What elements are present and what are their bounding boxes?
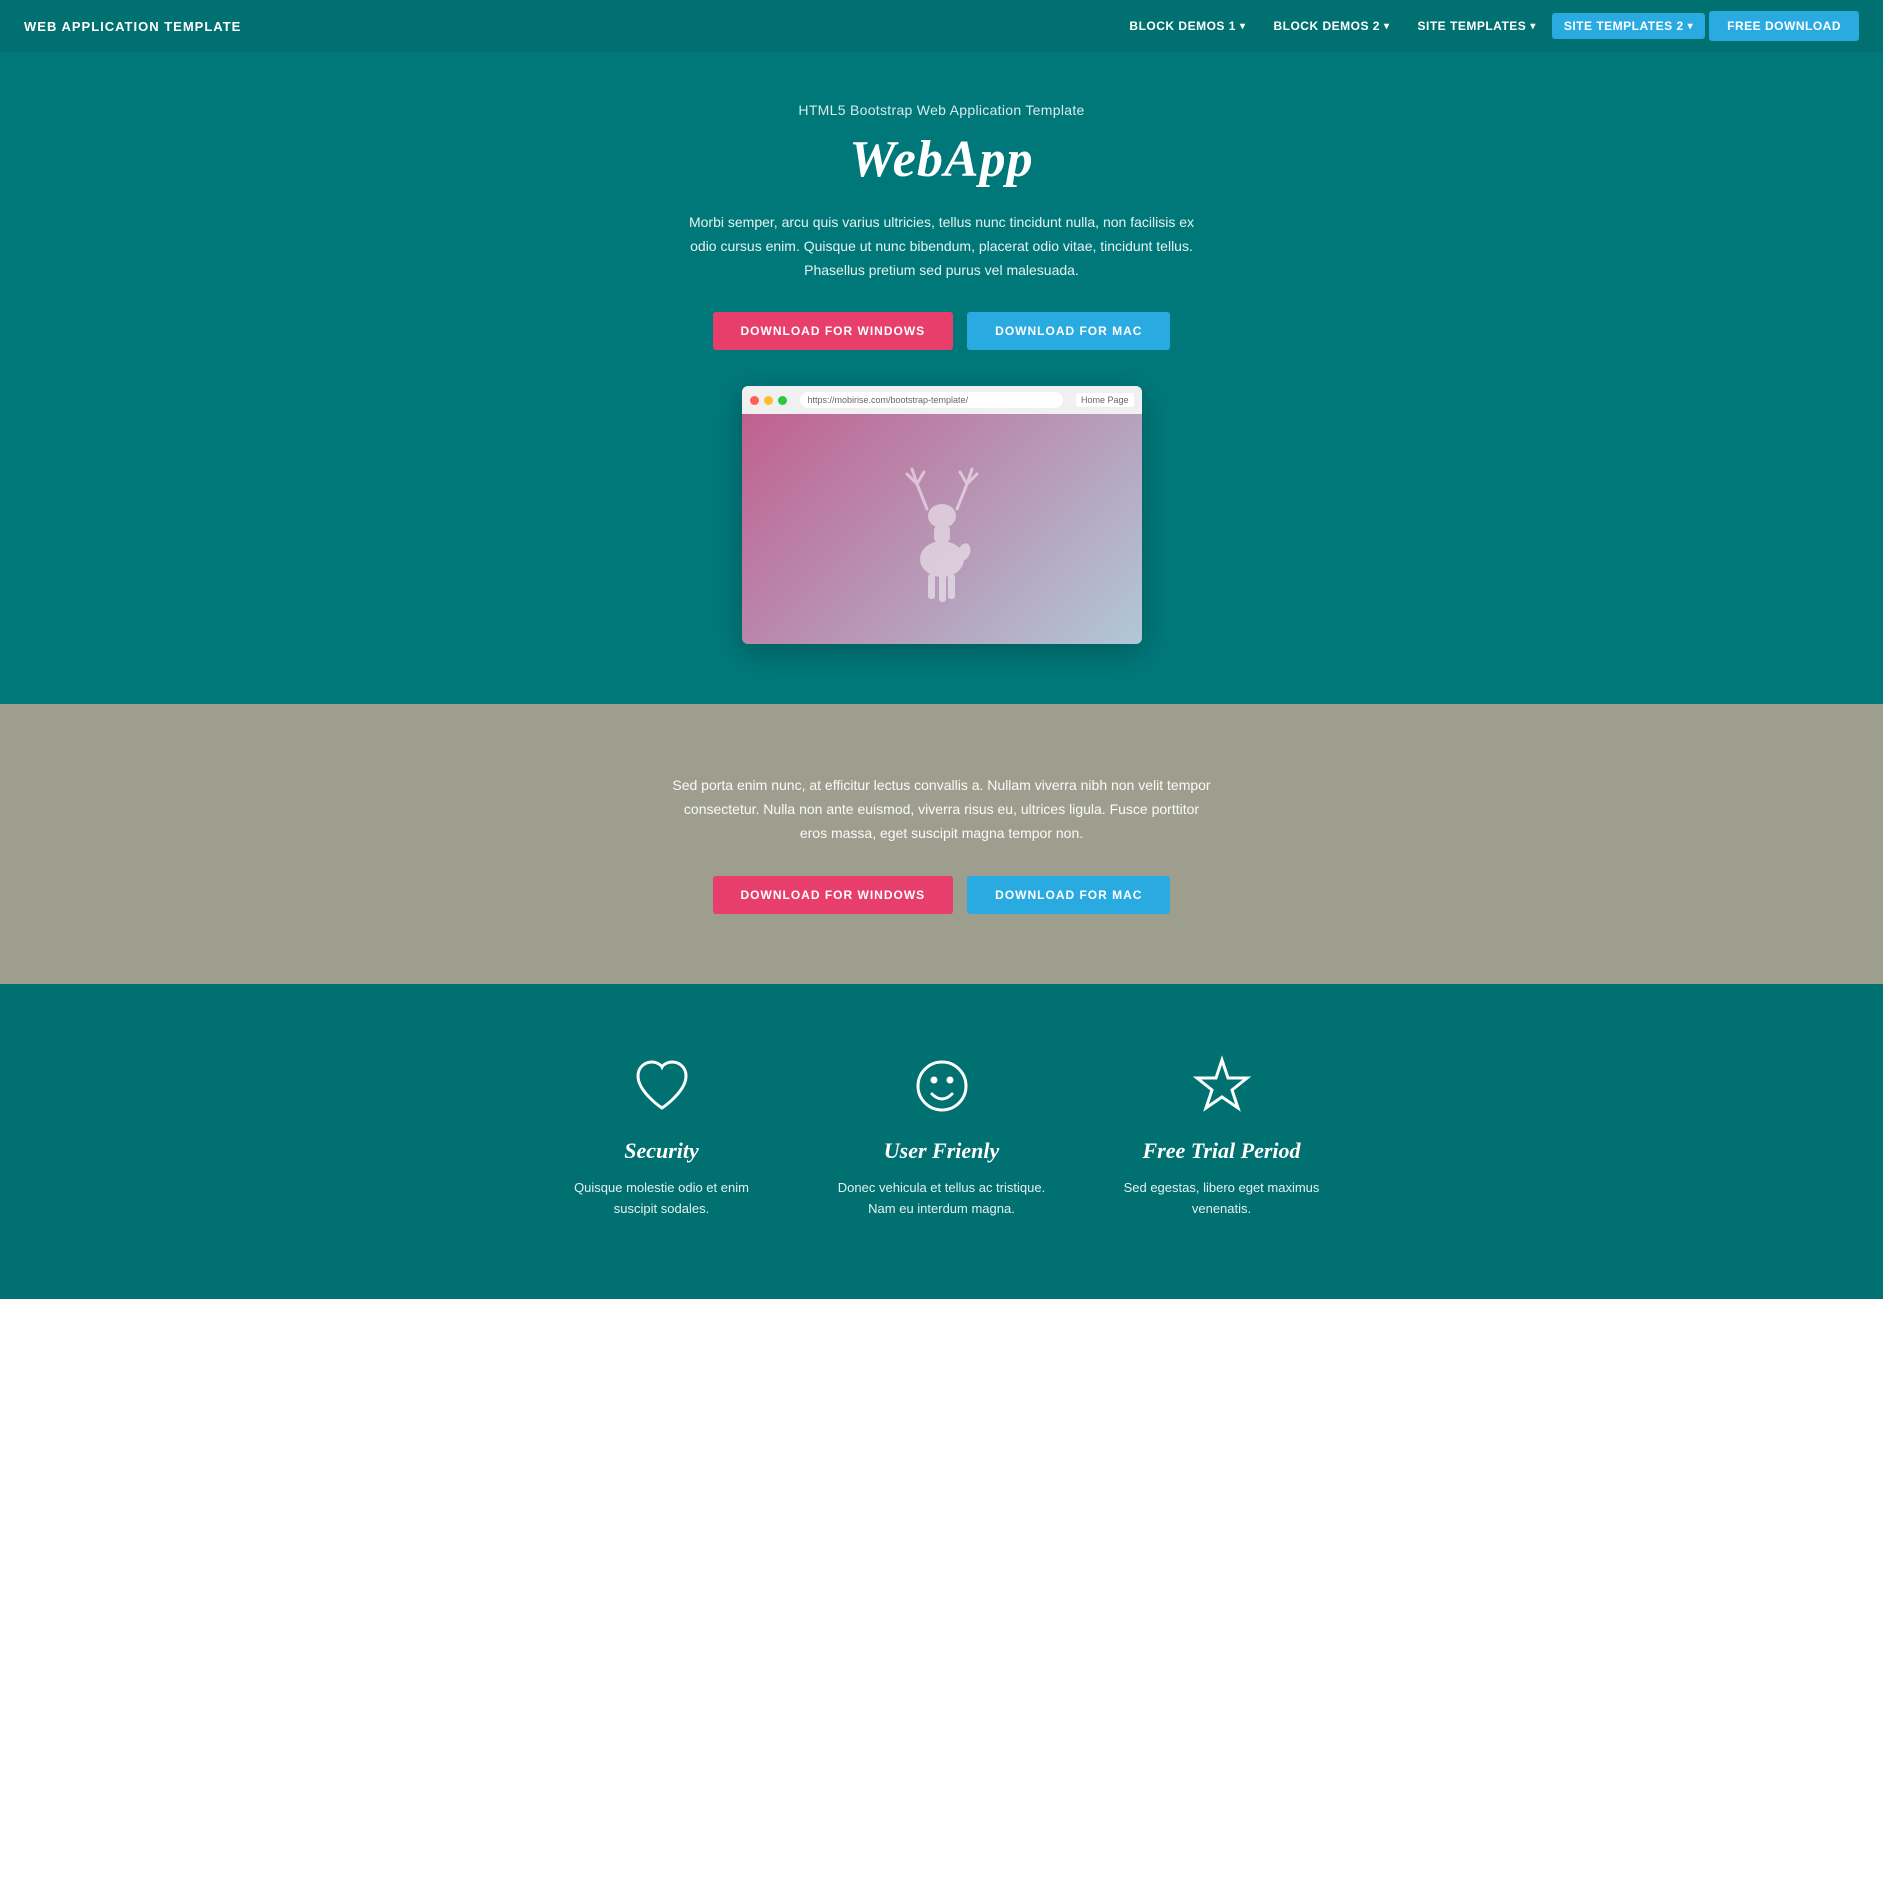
hero-title: WebApp	[20, 130, 1863, 189]
features-grid: Security Quisque molestie odio et enim s…	[492, 1054, 1392, 1220]
smiley-icon	[910, 1054, 974, 1118]
hero-section: HTML5 Bootstrap Web Application Template…	[0, 52, 1883, 704]
hero-buttons: DOWNLOAD FOR WINDOWS DOWNLOAD FOR MAC	[20, 312, 1863, 350]
feature-free-trial-title: Free Trial Period	[1142, 1138, 1300, 1164]
feature-free-trial-desc: Sed egestas, libero eget maximus venenat…	[1112, 1178, 1332, 1220]
browser-dot-red	[750, 396, 759, 405]
hero-description: Morbi semper, arcu quis varius ultricies…	[682, 211, 1202, 282]
gray-buttons: DOWNLOAD FOR WINDOWS DOWNLOAD FOR MAC	[20, 876, 1863, 914]
navbar-links: BLOCK DEMOS 1 ▾ BLOCK DEMOS 2 ▾ SITE TEM…	[1117, 11, 1859, 41]
browser-mockup: https://mobirise.com/bootstrap-template/…	[742, 386, 1142, 644]
chevron-down-icon: ▾	[1384, 21, 1390, 32]
download-mac-button[interactable]: DOWNLOAD FOR MAC	[967, 312, 1170, 350]
gray-description: Sed porta enim nunc, at efficitur lectus…	[672, 774, 1212, 845]
navbar: WEB APPLICATION TEMPLATE BLOCK DEMOS 1 ▾…	[0, 0, 1883, 52]
nav-item-block-demos-2[interactable]: BLOCK DEMOS 2 ▾	[1261, 13, 1401, 39]
feature-security-desc: Quisque molestie odio et enim suscipit s…	[552, 1178, 772, 1220]
chevron-down-icon: ▾	[1530, 21, 1536, 32]
navbar-brand: WEB APPLICATION TEMPLATE	[24, 19, 241, 34]
nav-item-site-templates-2[interactable]: SITE TEMPLATES 2 ▾	[1552, 13, 1705, 39]
browser-bar: https://mobirise.com/bootstrap-template/…	[742, 386, 1142, 414]
browser-content	[742, 414, 1142, 644]
browser-url: https://mobirise.com/bootstrap-template/	[800, 392, 1063, 408]
feature-free-trial: Free Trial Period Sed egestas, libero eg…	[1112, 1054, 1332, 1220]
hero-subtitle: HTML5 Bootstrap Web Application Template	[20, 102, 1863, 118]
gray-download-windows-button[interactable]: DOWNLOAD FOR WINDOWS	[713, 876, 954, 914]
browser-home-button: Home Page	[1076, 393, 1134, 407]
free-download-button[interactable]: FREE DOWNLOAD	[1709, 11, 1859, 41]
star-icon	[1190, 1054, 1254, 1118]
nav-item-site-templates[interactable]: SITE TEMPLATES ▾	[1406, 13, 1548, 39]
feature-security-title: Security	[624, 1138, 699, 1164]
feature-user-friendly-title: User Frienly	[884, 1138, 1000, 1164]
feature-user-friendly-desc: Donec vehicula et tellus ac tristique. N…	[832, 1178, 1052, 1220]
nav-item-block-demos-1[interactable]: BLOCK DEMOS 1 ▾	[1117, 13, 1257, 39]
feature-user-friendly: User Frienly Donec vehicula et tellus ac…	[832, 1054, 1052, 1220]
browser-dot-green	[778, 396, 787, 405]
features-section: Security Quisque molestie odio et enim s…	[0, 984, 1883, 1300]
gray-section: Sed porta enim nunc, at efficitur lectus…	[0, 704, 1883, 983]
deer-icon	[882, 454, 1002, 604]
heart-icon	[630, 1054, 694, 1118]
chevron-down-icon: ▾	[1688, 21, 1694, 32]
chevron-down-icon: ▾	[1240, 21, 1246, 32]
download-windows-button[interactable]: DOWNLOAD FOR WINDOWS	[713, 312, 954, 350]
feature-security: Security Quisque molestie odio et enim s…	[552, 1054, 772, 1220]
browser-dot-yellow	[764, 396, 773, 405]
gray-download-mac-button[interactable]: DOWNLOAD FOR MAC	[967, 876, 1170, 914]
